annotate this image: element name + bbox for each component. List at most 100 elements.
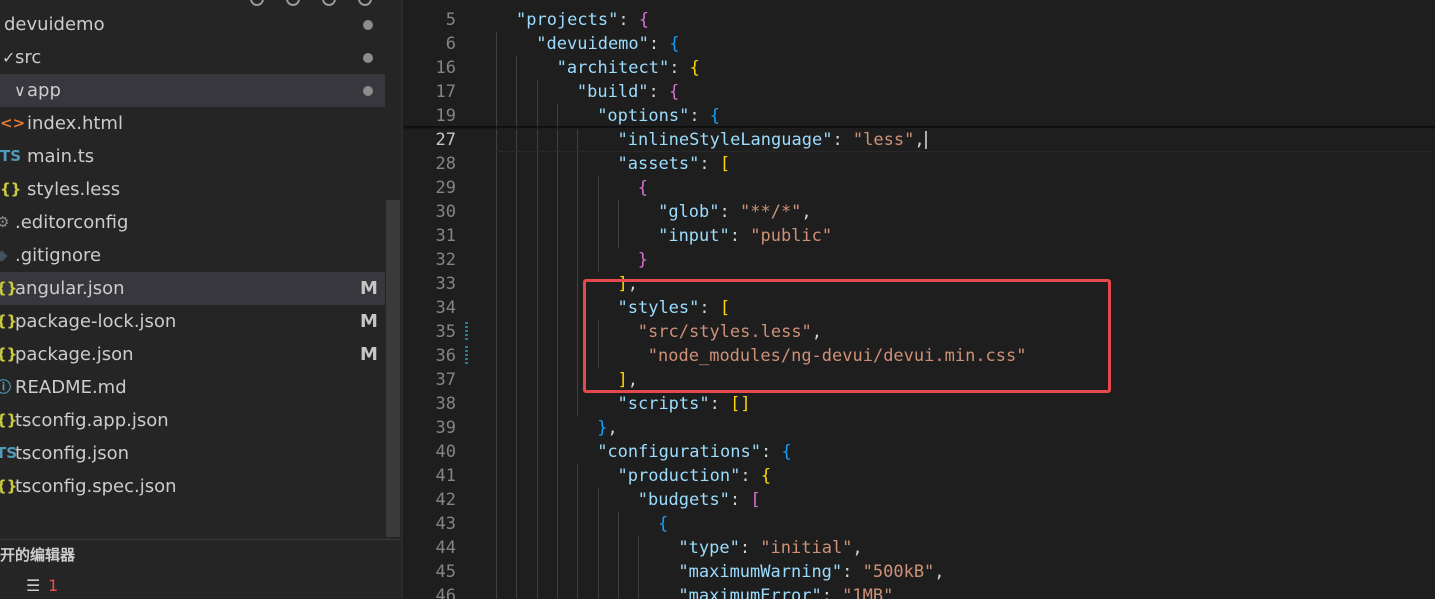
code-line[interactable]: 17 "build": { (403, 80, 1435, 104)
code-text: "configurations": { (597, 440, 792, 464)
indent-guide (536, 272, 538, 296)
tree-item[interactable]: ◆ .gitignore (0, 239, 401, 272)
indent-guide (536, 488, 538, 512)
code-line[interactable]: 28 "assets": [ (403, 152, 1435, 176)
indent-guide (516, 200, 518, 224)
code-line[interactable]: 44 "type": "initial", (403, 536, 1435, 560)
indent-guide (536, 440, 538, 464)
code-line[interactable]: 6 "devuidemo": { (403, 32, 1435, 56)
tree-item[interactable]: {}tsconfig.app.json (0, 404, 401, 437)
code-token: "budgets" (637, 490, 730, 510)
tree-item[interactable]: {}tsconfig.spec.json (0, 470, 401, 503)
indent-guide (577, 464, 579, 488)
code-text: "build": { (577, 80, 679, 104)
chevron-down-icon[interactable]: ✓ (2, 41, 15, 74)
tree-item[interactable]: {}package.jsonM (0, 338, 401, 371)
new-file-icon[interactable] (250, 0, 264, 6)
code-token: , (934, 562, 945, 582)
tree-item[interactable]: TS main.ts (0, 140, 401, 173)
code-token: : (618, 10, 639, 30)
indent-guide (577, 248, 579, 272)
tree-item[interactable]: ∨ app (0, 74, 401, 107)
code-text: "scripts": [] (618, 392, 751, 416)
indent-guide (536, 104, 538, 128)
code-line[interactable]: 41 "production": { (403, 464, 1435, 488)
line-number: 33 (435, 274, 456, 294)
git-status-badge: M (360, 344, 378, 365)
line-number: 30 (435, 202, 456, 222)
code-line[interactable]: 30 "glob": "**/*", (403, 200, 1435, 224)
indent-guide (516, 512, 518, 536)
code-line[interactable]: 32} (403, 248, 1435, 272)
modified-line-indicator[interactable] (465, 322, 468, 342)
new-folder-icon[interactable] (286, 0, 300, 6)
line-number: 31 (435, 226, 456, 246)
indent-guide (496, 416, 497, 440)
line-number: 35 (435, 322, 456, 342)
indent-guide (556, 536, 558, 560)
code-token: { (709, 106, 721, 126)
indent-guide (597, 200, 599, 224)
code-text: "input": "public" (658, 224, 832, 248)
tree-item[interactable]: ⓘ README.md (0, 371, 401, 404)
code-line[interactable]: 19 "options": { (403, 104, 1435, 128)
collapse-all-icon[interactable] (358, 0, 372, 6)
typescript-file-icon: TS (0, 147, 22, 165)
sidebar-scrollbar-thumb[interactable] (386, 200, 400, 537)
code-line[interactable]: 42 "budgets": [ (403, 488, 1435, 512)
tree-item[interactable]: devuidemo (0, 8, 401, 41)
tree-item[interactable]: {}angular.jsonM (0, 272, 401, 305)
code-line[interactable]: 16 "architect": { (403, 56, 1435, 80)
indent-guide (556, 272, 558, 296)
code-line[interactable]: 43 { (403, 512, 1435, 536)
code-token: } (597, 418, 608, 438)
tree-item[interactable]: <> index.html (0, 107, 401, 140)
indent-guide (516, 368, 518, 392)
code-line[interactable]: 31 "input": "public" (403, 224, 1435, 248)
modified-dot-icon (363, 86, 373, 96)
tree-item[interactable]: TS tsconfig.json (0, 437, 401, 470)
indent-guide (516, 320, 518, 344)
code-line[interactable]: 39}, (403, 416, 1435, 440)
indent-guide (577, 296, 579, 320)
indent-guide (536, 344, 538, 368)
code-line[interactable]: 46 "maximumError": "1MB" (403, 584, 1435, 599)
tree-item-label: angular.json (15, 278, 125, 299)
code-line[interactable]: 45 "maximumWarning": "500kB", (403, 560, 1435, 584)
gear-icon: ⚙ (0, 213, 10, 231)
code-token: : (709, 394, 731, 414)
line-number: 43 (435, 514, 456, 534)
code-token: "assets" (617, 154, 700, 174)
indent-guide (556, 584, 558, 599)
modified-line-indicator[interactable] (465, 346, 468, 366)
code-line[interactable]: 38 "scripts": [] (403, 392, 1435, 416)
indent-guide (516, 272, 518, 296)
code-text: { (638, 176, 648, 200)
tree-item[interactable]: {} styles.less (0, 173, 401, 206)
chevron-down-icon[interactable]: ∨ (14, 74, 26, 107)
indent-guide (556, 104, 558, 128)
indent-guide (496, 176, 497, 200)
code-token: "maximumWarning" (678, 562, 843, 582)
tree-item[interactable]: ✓ src (0, 41, 401, 74)
code-text: "maximumWarning": "500kB", (678, 560, 944, 584)
indent-guide (536, 200, 538, 224)
code-token: { (760, 466, 772, 486)
indent-guide (597, 176, 599, 200)
code-line[interactable]: 40 "configurations": { (403, 440, 1435, 464)
code-token: : (821, 586, 843, 599)
tree-item[interactable]: ⚙ .editorconfig (0, 206, 401, 239)
tree-item[interactable]: {}package-lock.jsonM (0, 305, 401, 338)
refresh-icon[interactable] (322, 0, 336, 6)
tree-item-label: styles.less (27, 179, 121, 200)
code-line[interactable]: 5 "projects": { (403, 8, 1435, 32)
indent-guide (516, 176, 518, 200)
tree-item-label: src (15, 47, 42, 68)
code-editor[interactable]: 5 "projects": {6 "devuidemo": {16 "architec… (403, 0, 1435, 599)
indent-guide (577, 488, 579, 512)
indent-guide (536, 248, 538, 272)
open-editors-header[interactable]: 开的编辑器 (0, 539, 401, 570)
code-text: "options": { (597, 104, 720, 128)
indent-guide (516, 464, 518, 488)
code-line[interactable]: 29 { (403, 176, 1435, 200)
